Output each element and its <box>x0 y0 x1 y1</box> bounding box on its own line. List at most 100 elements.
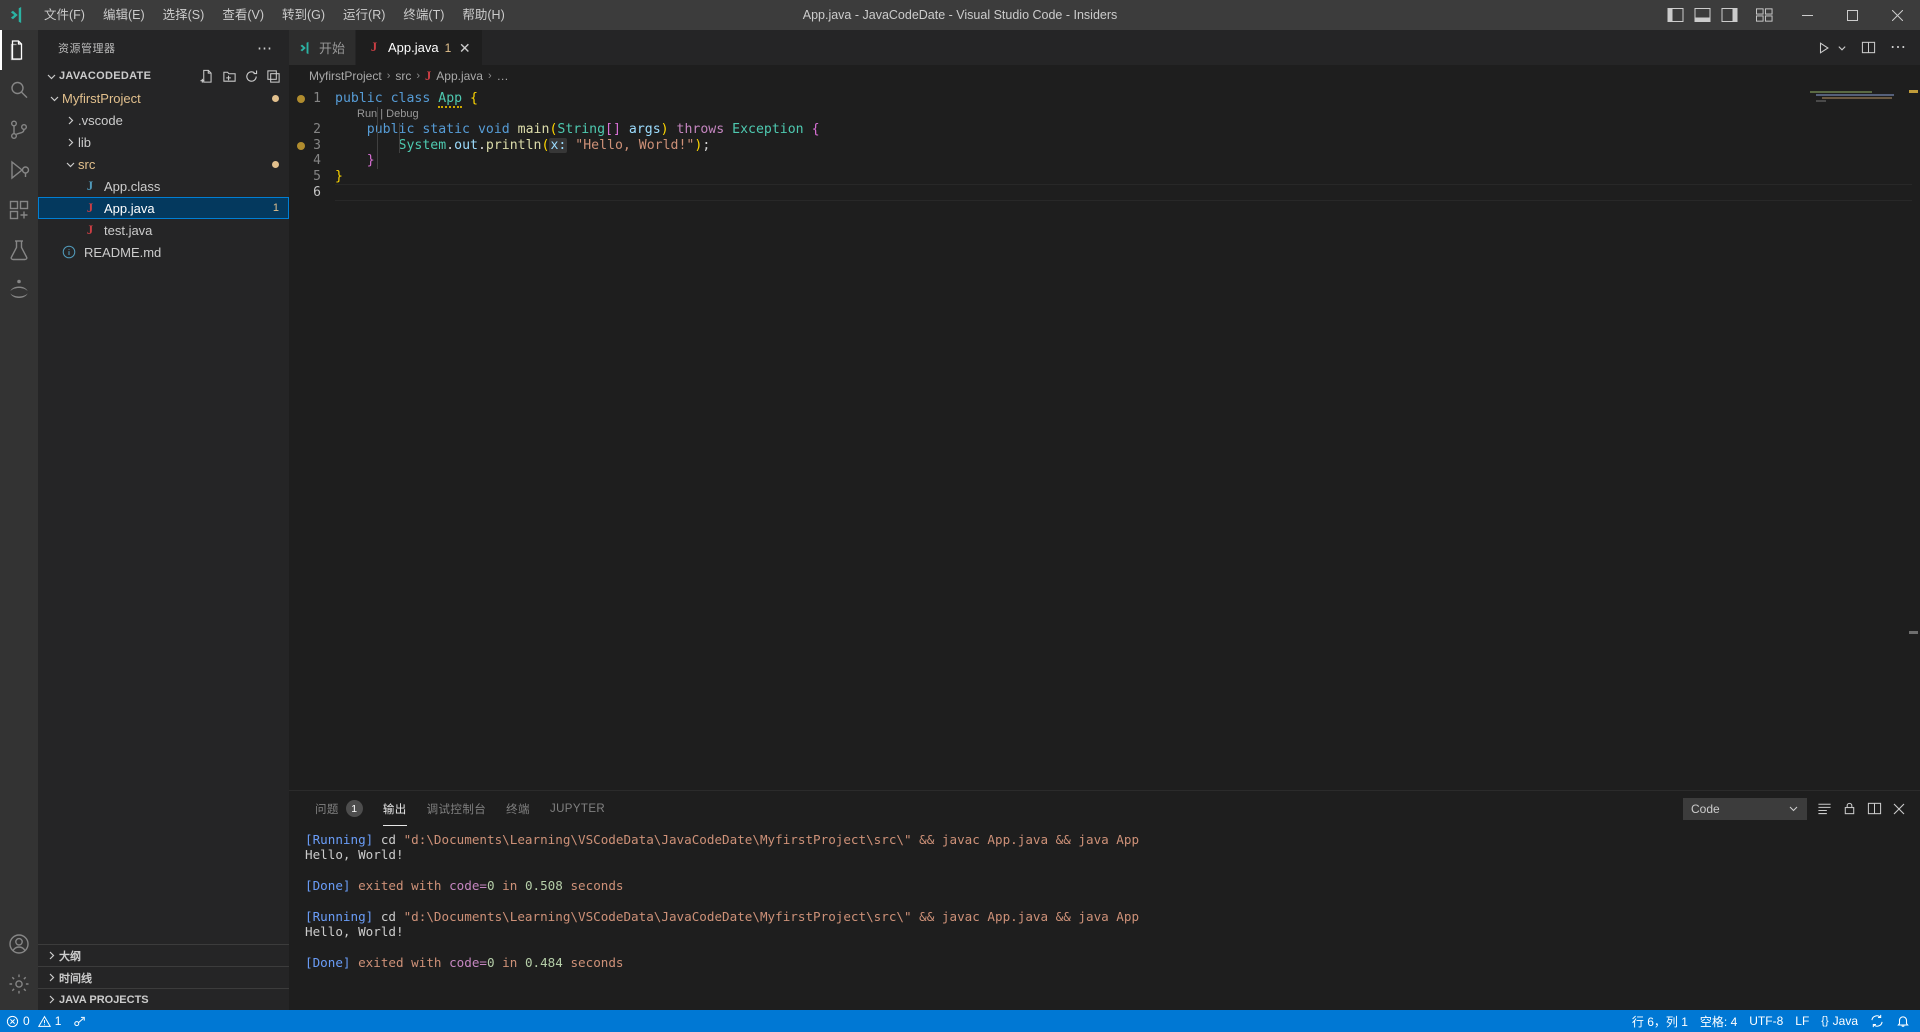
status-remote-ports[interactable] <box>67 1010 94 1032</box>
output-channel-select[interactable]: Code <box>1683 797 1807 820</box>
minimap[interactable] <box>1810 91 1906 105</box>
chevron-down-icon[interactable] <box>1837 43 1847 53</box>
activity-jupyter-icon[interactable] <box>0 270 38 310</box>
activity-testing-icon[interactable] <box>0 230 38 270</box>
close-panel-icon[interactable] <box>1892 802 1906 816</box>
codelens-debug-link[interactable]: Debug <box>386 108 418 120</box>
tab-close-icon[interactable]: ✕ <box>457 41 472 55</box>
menu-run[interactable]: 运行(R) <box>334 0 394 30</box>
tree-row-src[interactable]: src <box>38 153 289 175</box>
section-timeline[interactable]: 时间线 <box>38 966 289 988</box>
panel-tab-terminal[interactable]: 终端 <box>496 791 540 826</box>
panel-tab-jupyter[interactable]: JUPYTER <box>540 791 615 826</box>
toggle-primary-sidebar-icon[interactable] <box>1667 8 1684 22</box>
sidebar-header: 资源管理器 ⋯ <box>38 30 289 65</box>
section-outline[interactable]: 大纲 <box>38 944 289 966</box>
code-line-text: } <box>366 153 375 169</box>
status-sync[interactable] <box>1864 1010 1890 1032</box>
customize-layout-icon[interactable] <box>1756 8 1773 22</box>
menu-bar: 文件(F) 编辑(E) 选择(S) 查看(V) 转到(G) 运行(R) 终端(T… <box>35 0 514 30</box>
section-label: JAVA PROJECTS <box>59 993 149 1006</box>
tree-row-app-class[interactable]: J App.class <box>38 175 289 197</box>
code-line-text: public static void main(String[] args) t… <box>366 122 820 138</box>
close-button[interactable] <box>1875 0 1920 30</box>
output-content[interactable]: [Running] cd "d:\Documents\Learning\VSCo… <box>289 826 1920 1010</box>
tree-row-myfirstproject[interactable]: MyfirstProject <box>38 87 289 109</box>
panel-tab-problems[interactable]: 问题 1 <box>305 791 373 826</box>
section-java-projects[interactable]: JAVA PROJECTS <box>38 988 289 1010</box>
split-panel-icon[interactable] <box>1867 801 1882 816</box>
code-editor[interactable]: 1 public class App { Run | Debug 2 publi… <box>289 87 1920 790</box>
tree-row-test-java[interactable]: J test.java <box>38 219 289 241</box>
tree-row-readme[interactable]: README.md <box>38 241 289 263</box>
toggle-secondary-sidebar-icon[interactable] <box>1721 8 1738 22</box>
current-line-top-border <box>335 184 1912 185</box>
codelens-run-link[interactable]: Run <box>357 108 377 120</box>
output-cmd-post: && javac App.java && java App <box>911 908 1140 924</box>
toggle-panel-icon[interactable] <box>1694 8 1711 22</box>
tree-row-vscode[interactable]: .vscode <box>38 109 289 131</box>
menu-edit[interactable]: 编辑(E) <box>94 0 154 30</box>
chevron-down-icon <box>62 159 78 170</box>
bell-icon <box>1896 1014 1910 1028</box>
minimap-line <box>1816 94 1894 96</box>
status-encoding[interactable]: UTF-8 <box>1743 1010 1789 1032</box>
maximize-button[interactable] <box>1830 0 1875 30</box>
chevron-right-icon <box>43 972 59 983</box>
status-language-mode[interactable]: {} Java <box>1815 1010 1864 1032</box>
tree-row-app-java[interactable]: J App.java 1 <box>38 197 289 219</box>
clear-output-icon[interactable] <box>1817 801 1832 816</box>
explorer-root-section[interactable]: JAVACODEDATE <box>38 65 289 87</box>
refresh-icon[interactable] <box>244 69 259 84</box>
breadcrumb-item-file[interactable]: App.java <box>436 69 483 83</box>
new-file-icon[interactable] <box>200 69 215 84</box>
code-line-5: 5 } <box>289 169 1920 185</box>
menu-go[interactable]: 转到(G) <box>273 0 334 30</box>
menu-selection[interactable]: 选择(S) <box>154 0 214 30</box>
output-code-val: 0 <box>487 955 495 971</box>
activity-source-control-icon[interactable] <box>0 110 38 150</box>
lock-icon[interactable] <box>1842 801 1857 816</box>
split-editor-icon[interactable] <box>1861 40 1876 55</box>
tab-welcome[interactable]: 开始 <box>289 30 357 65</box>
activity-search-icon[interactable] <box>0 70 38 110</box>
tab-app-java[interactable]: J App.java 1 ✕ <box>356 30 484 65</box>
breadcrumb-item-symbol[interactable]: … <box>497 69 509 83</box>
panel-tab-label: 输出 <box>382 803 407 816</box>
more-actions-icon[interactable]: ⋯ <box>1890 39 1906 55</box>
breadcrumb-item-src[interactable]: src <box>395 69 411 83</box>
line-number: 2 <box>313 122 321 138</box>
breadcrumb-item-project[interactable]: MyfirstProject <box>309 69 382 83</box>
tree-label: App.class <box>104 178 161 194</box>
output-cmd-pre: cd <box>373 832 404 847</box>
line-number: 6 <box>313 184 321 200</box>
status-indentation[interactable]: 空格: 4 <box>1694 1010 1743 1032</box>
activity-explorer-icon[interactable] <box>0 30 38 70</box>
output-code-kw: code= <box>449 878 487 894</box>
menu-view[interactable]: 查看(V) <box>213 0 273 30</box>
tree-label: App.java <box>104 200 155 216</box>
status-cursor-position[interactable]: 行 6，列 1 <box>1626 1010 1694 1032</box>
new-folder-icon[interactable] <box>222 69 237 84</box>
menu-help[interactable]: 帮助(H) <box>453 0 513 30</box>
line-number: 3 <box>313 137 321 153</box>
minimize-button[interactable] <box>1785 0 1830 30</box>
explorer-root-label: JAVACODEDATE <box>59 70 152 82</box>
panel-tab-output[interactable]: 输出 <box>373 791 417 826</box>
collapse-all-icon[interactable] <box>266 69 281 84</box>
run-play-icon[interactable] <box>1817 41 1831 55</box>
code-line-text: System.out.println(x: "Hello, World!"); <box>398 137 711 153</box>
status-eol[interactable]: LF <box>1789 1010 1815 1032</box>
status-problems[interactable]: 0 1 <box>0 1010 67 1032</box>
status-notifications[interactable] <box>1890 1010 1920 1032</box>
sidebar-more-icon[interactable]: ⋯ <box>257 39 279 57</box>
menu-terminal[interactable]: 终端(T) <box>394 0 453 30</box>
activity-accounts-icon[interactable] <box>0 924 38 964</box>
scroll-decorations <box>1906 87 1920 790</box>
panel-tab-debug-console[interactable]: 调试控制台 <box>417 791 497 826</box>
activity-extensions-icon[interactable] <box>0 190 38 230</box>
menu-file[interactable]: 文件(F) <box>35 0 94 30</box>
activity-manage-gear-icon[interactable] <box>0 964 38 1004</box>
activity-run-debug-icon[interactable] <box>0 150 38 190</box>
tree-row-lib[interactable]: lib <box>38 131 289 153</box>
